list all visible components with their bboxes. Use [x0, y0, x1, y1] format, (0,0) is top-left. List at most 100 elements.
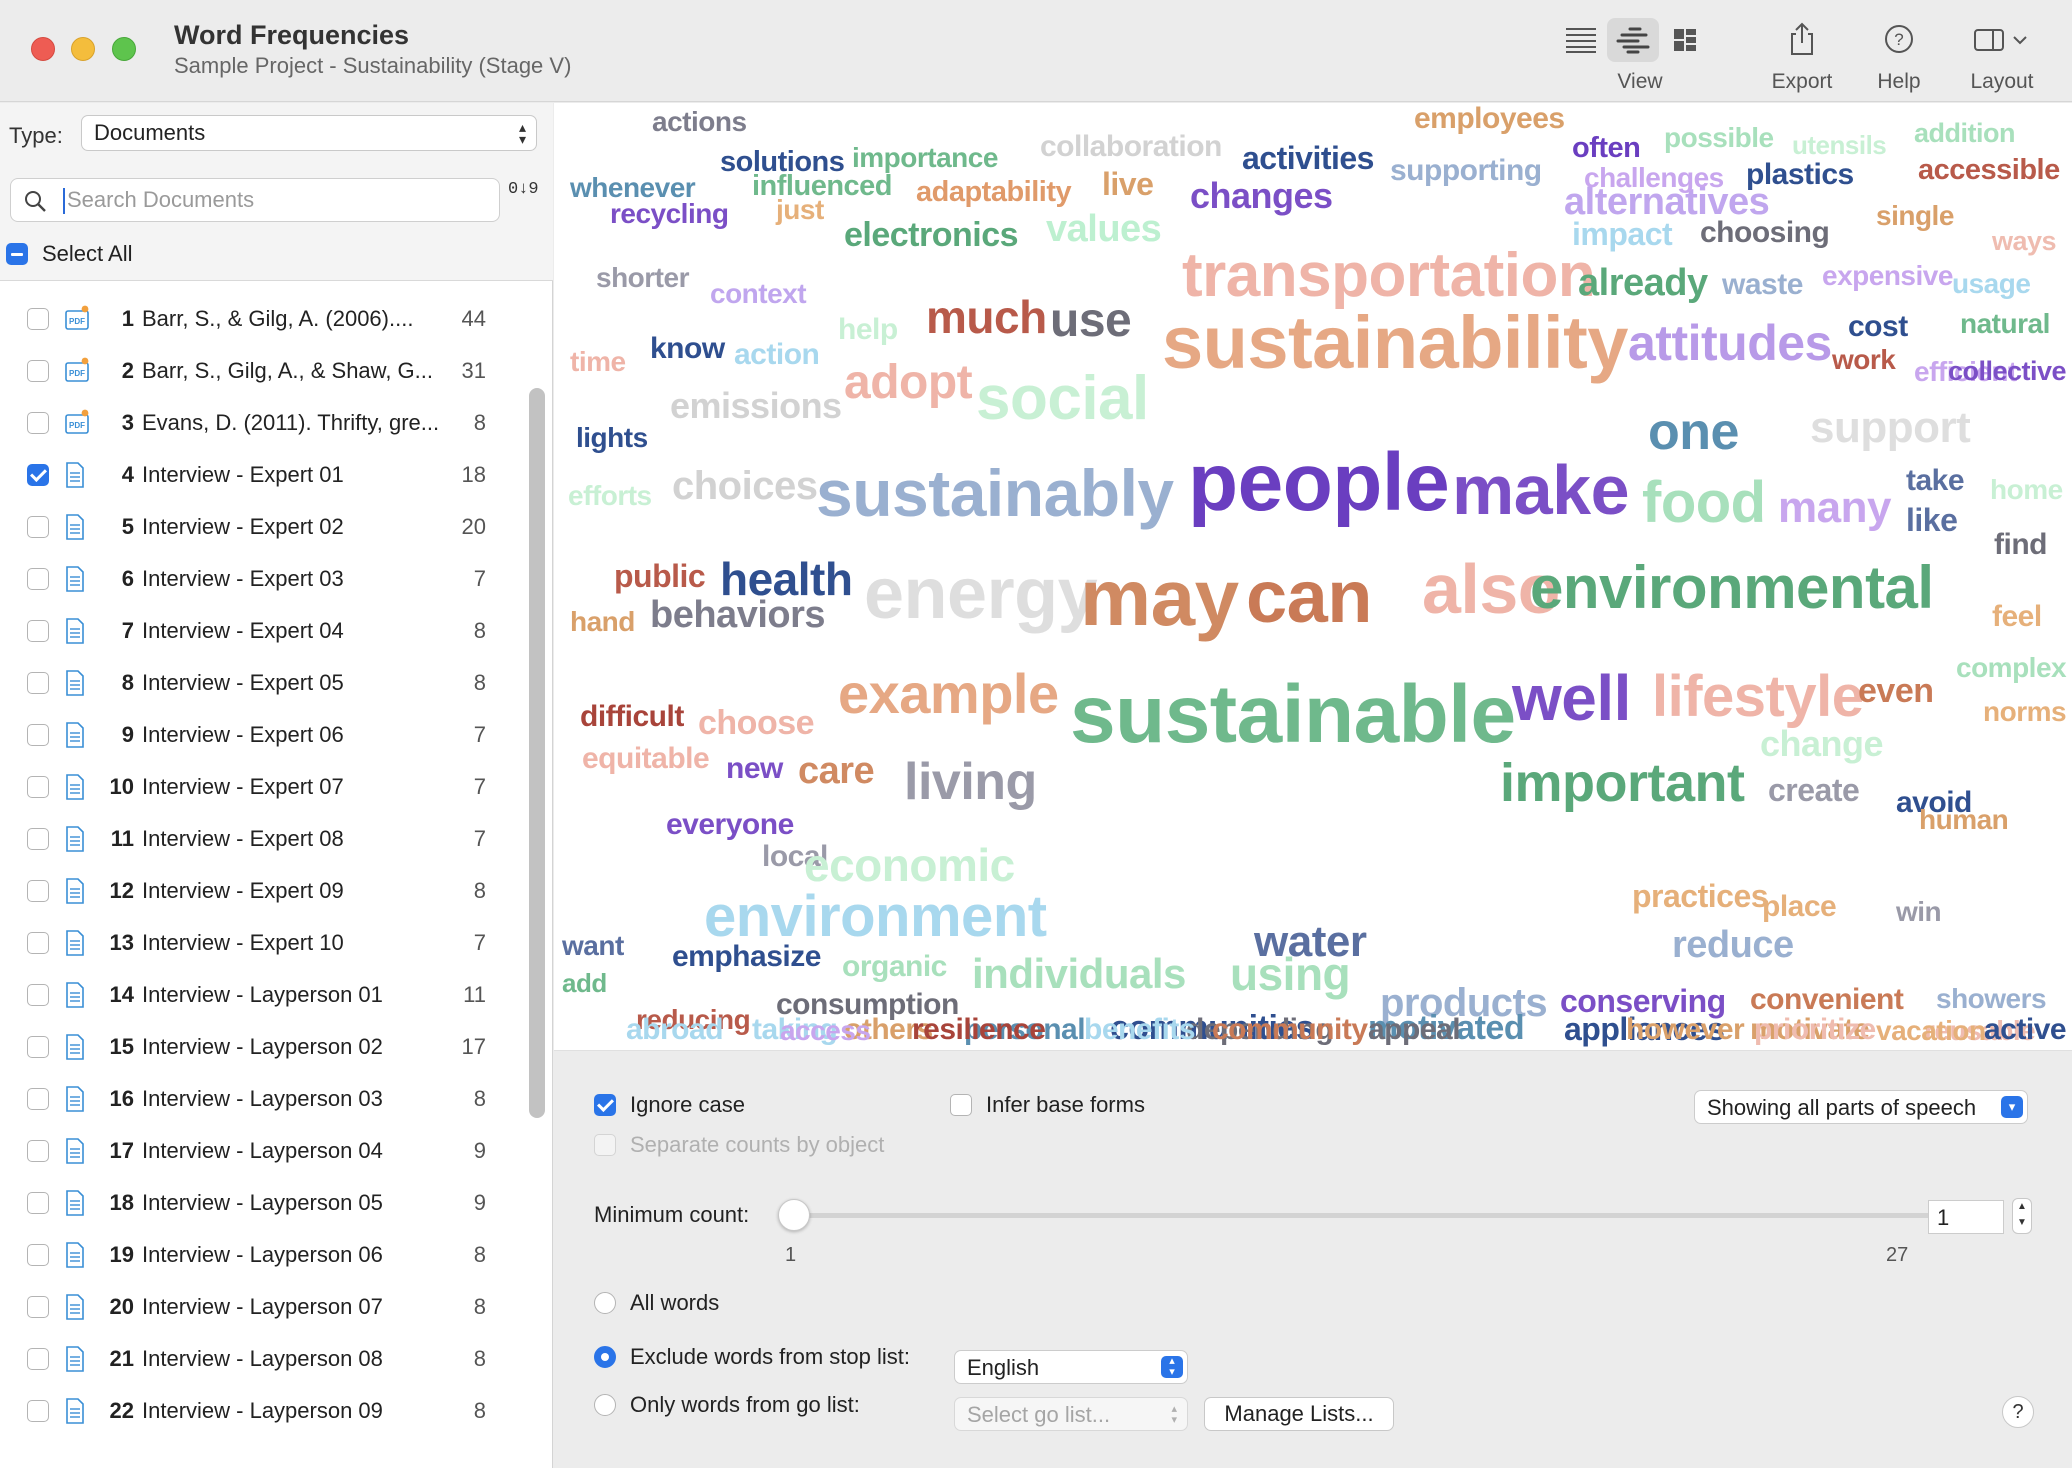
document-checkbox[interactable] — [27, 1400, 49, 1422]
cloud-word[interactable]: attitudes — [1628, 318, 1832, 368]
document-row[interactable]: PDF 2 Barr, S., Gilg, A., & Shaw, G... 31 — [0, 345, 530, 397]
cloud-word[interactable]: plastics — [1746, 160, 1854, 190]
cloud-word[interactable]: ways — [1992, 228, 2057, 255]
cloud-word[interactable]: collaboration — [1040, 132, 1222, 162]
document-row[interactable]: PDF 3 Evans, D. (2011). Thrifty, gre... 8 — [0, 397, 530, 449]
cloud-word[interactable]: choices — [672, 466, 818, 506]
cloud-word[interactable]: care — [798, 752, 875, 790]
minimum-count-slider-track[interactable] — [790, 1213, 1946, 1218]
cloud-word[interactable]: know — [650, 334, 725, 364]
cloud-word[interactable]: living — [904, 756, 1037, 808]
infer-base-forms-checkbox[interactable]: Infer base forms — [950, 1092, 1145, 1118]
document-row[interactable]: 13 Interview - Expert 10 7 — [0, 917, 530, 969]
cloud-word[interactable]: values — [1046, 210, 1162, 248]
cloud-word[interactable]: adaptability — [916, 178, 1072, 207]
document-row[interactable]: 6 Interview - Expert 03 7 — [0, 553, 530, 605]
document-checkbox[interactable] — [27, 724, 49, 746]
cloud-word[interactable]: collective — [1948, 358, 2067, 385]
cloud-word[interactable]: possible — [1664, 124, 1774, 152]
document-checkbox[interactable] — [27, 1192, 49, 1214]
document-checkbox[interactable] — [27, 776, 49, 798]
cloud-word[interactable]: often — [1572, 134, 1641, 163]
document-row[interactable]: 5 Interview - Expert 02 20 — [0, 501, 530, 553]
cloud-word[interactable]: efforts — [568, 482, 652, 510]
cloud-word[interactable]: emphasize — [672, 942, 821, 972]
document-row[interactable]: 7 Interview - Expert 04 8 — [0, 605, 530, 657]
document-row[interactable]: 17 Interview - Layperson 04 9 — [0, 1125, 530, 1177]
search-field[interactable] — [10, 178, 500, 222]
cloud-word[interactable]: impact — [1572, 218, 1673, 250]
cloud-word[interactable]: however — [1626, 1015, 1745, 1045]
parts-of-speech-dropdown[interactable]: Showing all parts of speech ▾ — [1694, 1090, 2028, 1124]
cloud-word[interactable]: convenient — [1750, 985, 1904, 1015]
cloud-word[interactable]: access — [780, 1017, 871, 1045]
cloud-word[interactable]: support — [1810, 406, 1971, 450]
cloud-word[interactable]: much — [926, 294, 1047, 340]
cloud-word[interactable]: shorter — [596, 264, 689, 292]
zoom-window-button[interactable] — [112, 37, 136, 61]
document-checkbox[interactable] — [27, 1140, 49, 1162]
cloud-word[interactable]: organic — [842, 952, 947, 982]
cloud-word[interactable]: abroad — [626, 1015, 724, 1045]
cloud-word[interactable]: emissions — [670, 388, 842, 424]
manage-lists-button[interactable]: Manage Lists... — [1204, 1397, 1394, 1431]
minimum-count-field[interactable]: 1 — [1928, 1200, 2004, 1234]
sort-numeric-button[interactable]: 0↓9 — [508, 181, 544, 221]
document-row[interactable]: 15 Interview - Layperson 02 17 — [0, 1021, 530, 1073]
document-row[interactable]: 4 Interview - Expert 01 18 — [0, 449, 530, 501]
cloud-word[interactable]: single — [1876, 202, 1954, 230]
cloud-word[interactable]: many — [1778, 486, 1891, 530]
cloud-word[interactable]: norms — [1983, 698, 2067, 726]
document-row[interactable]: 12 Interview - Expert 09 8 — [0, 865, 530, 917]
cloud-word[interactable]: behaviors — [650, 596, 826, 634]
cloud-word[interactable]: work — [1832, 346, 1896, 374]
treemap-view-button[interactable] — [1659, 18, 1711, 62]
cloud-word[interactable]: hand — [570, 608, 635, 636]
document-row[interactable]: 19 Interview - Layperson 06 8 — [0, 1229, 530, 1281]
cloud-word[interactable]: choose — [698, 706, 815, 740]
cloud-word[interactable]: accessible — [1918, 156, 2060, 185]
document-checkbox[interactable] — [27, 1296, 49, 1318]
cloud-word[interactable]: even — [1858, 674, 1934, 708]
minimize-window-button[interactable] — [71, 37, 95, 61]
cloud-word[interactable]: use — [1050, 297, 1132, 345]
cloud-word[interactable]: benefits — [1084, 1015, 1196, 1045]
cloud-word[interactable]: transportation — [1182, 245, 1596, 307]
cloud-word[interactable]: recycling — [610, 200, 729, 228]
document-checkbox[interactable] — [27, 360, 49, 382]
document-row[interactable]: 16 Interview - Layperson 03 8 — [0, 1073, 530, 1125]
cloud-word[interactable]: vacation — [1876, 1017, 1986, 1045]
cloud-word[interactable]: environmental — [1530, 558, 1934, 618]
help-button[interactable]: ? — [2002, 1396, 2034, 1428]
cloud-word[interactable]: prioritize — [1754, 1015, 1876, 1045]
cloud-word[interactable]: addition — [1914, 120, 2015, 147]
cloud-word[interactable]: practices — [1632, 880, 1769, 912]
cloud-word[interactable]: activities — [1242, 142, 1374, 174]
cloud-word[interactable]: difficult — [580, 702, 684, 732]
cloud-word[interactable]: everyone — [666, 810, 794, 840]
cloud-word[interactable]: want — [562, 932, 624, 960]
exclude-stop-list-radio[interactable]: Exclude words from stop list: — [594, 1344, 910, 1370]
document-checkbox[interactable] — [27, 412, 49, 434]
cloud-word[interactable]: cost — [1848, 312, 1908, 342]
document-checkbox[interactable] — [27, 932, 49, 954]
cloud-word[interactable]: well — [1512, 666, 1631, 730]
cloud-word[interactable]: waste — [1722, 270, 1803, 300]
cloud-word[interactable]: natural — [1960, 310, 2050, 338]
cloud-word[interactable]: importance — [852, 144, 998, 172]
document-row[interactable]: 8 Interview - Expert 05 8 — [0, 657, 530, 709]
cloud-word[interactable]: can — [1246, 560, 1373, 634]
document-row[interactable]: 11 Interview - Expert 08 7 — [0, 813, 530, 865]
word-cloud-view-button[interactable] — [1607, 18, 1659, 62]
minimum-count-stepper[interactable]: ▲ ▼ — [2012, 1198, 2032, 1234]
cloud-word[interactable]: electronics — [844, 218, 1019, 252]
cloud-word[interactable]: example — [838, 666, 1059, 722]
cloud-word[interactable]: resilience — [912, 1015, 1046, 1045]
document-row[interactable]: 22 Interview - Layperson 09 8 — [0, 1385, 530, 1437]
cloud-word[interactable]: sustainable — [1070, 674, 1516, 756]
cloud-word[interactable]: adopt — [844, 359, 973, 407]
type-dropdown[interactable]: Documents ▴ ▾ — [81, 115, 537, 151]
cloud-word[interactable]: may — [1080, 558, 1239, 638]
document-row[interactable]: 10 Interview - Expert 07 7 — [0, 761, 530, 813]
cloud-word[interactable]: community — [1212, 1015, 1368, 1045]
